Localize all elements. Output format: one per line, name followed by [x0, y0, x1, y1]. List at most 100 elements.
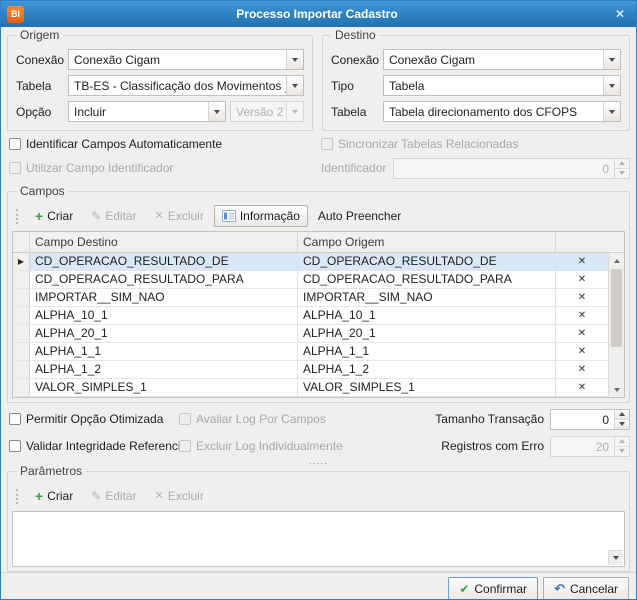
checkbox-identificar-campos[interactable]: Identificar Campos Automaticamente: [9, 137, 321, 151]
checkbox-box: [9, 440, 21, 452]
cell-campo-destino[interactable]: CD_OPERACAO_RESULTADO_PARA: [30, 271, 298, 288]
destino-tabela-combobox[interactable]: Tabela direcionamento dos CFOPS: [383, 101, 621, 122]
table-row[interactable]: ALPHA_1_2 ALPHA_1_2 ✕: [13, 361, 608, 379]
table-row[interactable]: ▶ CD_OPERACAO_RESULTADO_DE CD_OPERACAO_R…: [13, 253, 608, 271]
informacao-button[interactable]: Informação: [213, 205, 308, 227]
header-campo-destino[interactable]: Campo Destino: [30, 232, 298, 252]
scrollbar-track[interactable]: [609, 348, 624, 382]
cell-campo-destino[interactable]: ALPHA_1_1: [30, 343, 298, 360]
cell-campo-origem[interactable]: VALOR_SIMPLES_1: [298, 379, 556, 396]
chevron-down-icon[interactable]: [603, 102, 620, 121]
checkbox-box: [321, 138, 333, 150]
chevron-down-icon[interactable]: [286, 76, 303, 95]
criar-button[interactable]: + Criar: [27, 205, 81, 227]
delete-row-button[interactable]: ✕: [556, 253, 608, 270]
confirmar-label: Confirmar: [474, 581, 528, 596]
cell-campo-destino[interactable]: ALPHA_1_2: [30, 361, 298, 378]
table-row[interactable]: CD_OPERACAO_RESULTADO_PARA CD_OPERACAO_R…: [13, 271, 608, 289]
cell-campo-destino[interactable]: CD_OPERACAO_RESULTADO_DE: [30, 253, 298, 270]
delete-row-button[interactable]: ✕: [556, 289, 608, 306]
parametros-excluir-label: Excluir: [167, 489, 204, 503]
row-indicator: ▶: [13, 253, 30, 270]
checkbox-permitir-opcao[interactable]: Permitir Opção Otimizada: [9, 412, 179, 426]
row-indicator: [13, 325, 30, 342]
delete-row-button[interactable]: ✕: [556, 307, 608, 324]
info-icon: [221, 210, 236, 222]
cell-campo-destino[interactable]: ALPHA_10_1: [30, 307, 298, 324]
destino-conexao-combobox[interactable]: Conexão Cigam: [383, 49, 621, 70]
criar-label: Criar: [47, 209, 74, 223]
delete-row-icon: ✕: [577, 363, 587, 375]
registros-erro-spinner: 20: [550, 435, 630, 457]
close-icon[interactable]: ✕: [610, 7, 630, 21]
scroll-down-icon[interactable]: [609, 382, 624, 397]
cell-campo-origem[interactable]: ALPHA_1_1: [298, 343, 556, 360]
chevron-down-icon[interactable]: [208, 102, 225, 121]
origem-tabela-combobox[interactable]: TB-ES - Classificação dos Movimentos _: [68, 75, 304, 96]
auto-preencher-button[interactable]: Auto Preencher: [310, 205, 409, 227]
row-indicator: [13, 289, 30, 306]
tamanho-transacao-spinner[interactable]: 0: [550, 408, 630, 430]
titlebar[interactable]: BI Processo Importar Cadastro ✕: [1, 1, 636, 27]
confirmar-button[interactable]: ✔ Confirmar: [448, 577, 539, 599]
checkbox-sincronizar-tabelas: Sincronizar Tabelas Relacionadas: [321, 137, 519, 151]
cell-campo-origem[interactable]: CD_OPERACAO_RESULTADO_DE: [298, 253, 556, 270]
parametros-criar-button[interactable]: + Criar: [27, 485, 81, 507]
destino-tipo-combobox[interactable]: Tabela: [383, 75, 621, 96]
cell-campo-destino[interactable]: IMPORTAR__SIM_NAO: [30, 289, 298, 306]
row-indicator: [13, 343, 30, 360]
toolbar-drag-handle[interactable]: [16, 208, 20, 224]
destino-tipo-row: Tipo Tabela: [331, 75, 621, 96]
checkrow-2: Utilizar Campo Identificador Identificad…: [7, 157, 630, 179]
table-row[interactable]: ALPHA_10_1 ALPHA_10_1 ✕: [13, 307, 608, 325]
spin-down-icon[interactable]: [615, 419, 629, 429]
plus-icon: +: [35, 488, 44, 504]
cell-campo-origem[interactable]: ALPHA_1_2: [298, 361, 556, 378]
cell-campo-origem[interactable]: IMPORTAR__SIM_NAO: [298, 289, 556, 306]
grid-vertical-scrollbar[interactable]: [608, 253, 624, 397]
cell-campo-origem[interactable]: ALPHA_10_1: [298, 307, 556, 324]
parametros-editar-button: ✎ Editar: [83, 485, 144, 507]
origem-opcao-combobox[interactable]: Incluir: [68, 101, 226, 122]
chevron-down-icon[interactable]: [603, 50, 620, 69]
header-campo-origem[interactable]: Campo Origem: [298, 232, 556, 252]
delete-row-button[interactable]: ✕: [556, 343, 608, 360]
destino-tipo-value: Tabela: [389, 78, 425, 93]
row-indicator: [13, 361, 30, 378]
cell-campo-origem[interactable]: ALPHA_20_1: [298, 325, 556, 342]
delete-row-icon: ✕: [577, 291, 587, 303]
parametros-criar-label: Criar: [47, 489, 74, 503]
destino-tabela-row: Tabela Tabela direcionamento dos CFOPS: [331, 101, 621, 122]
delete-icon: ✕: [154, 490, 164, 502]
scrollbar-thumb[interactable]: [611, 269, 622, 347]
cancelar-button[interactable]: ↶ Cancelar: [543, 577, 629, 599]
delete-row-button[interactable]: ✕: [556, 271, 608, 288]
group-parametros-caption: Parâmetros: [16, 464, 87, 478]
table-row[interactable]: VALOR_SIMPLES_1 VALOR_SIMPLES_1 ✕: [13, 379, 608, 397]
checkbox-validar-integridade[interactable]: Validar Integridade Referencial: [9, 439, 190, 453]
cell-campo-destino[interactable]: ALPHA_20_1: [30, 325, 298, 342]
origem-conexao-combobox[interactable]: Conexão Cigam: [68, 49, 304, 70]
delete-row-button[interactable]: ✕: [556, 361, 608, 378]
table-row[interactable]: ALPHA_20_1 ALPHA_20_1 ✕: [13, 325, 608, 343]
tamanho-transacao-value: 0: [602, 412, 609, 427]
spin-down-icon: [615, 446, 629, 456]
cell-campo-origem[interactable]: CD_OPERACAO_RESULTADO_PARA: [298, 271, 556, 288]
origem-conexao-value: Conexão Cigam: [74, 52, 161, 67]
checkbox-box: [9, 413, 21, 425]
chevron-down-icon[interactable]: [286, 50, 303, 69]
table-row[interactable]: ALPHA_1_1 ALPHA_1_1 ✕: [13, 343, 608, 361]
delete-row-button[interactable]: ✕: [556, 325, 608, 342]
chevron-down-icon[interactable]: [603, 76, 620, 95]
scroll-up-icon[interactable]: [609, 253, 624, 268]
delete-row-button[interactable]: ✕: [556, 379, 608, 396]
toolbar-drag-handle[interactable]: [16, 488, 20, 504]
table-row[interactable]: IMPORTAR__SIM_NAO IMPORTAR__SIM_NAO ✕: [13, 289, 608, 307]
group-destino: Destino Conexão Conexão Cigam Tipo Tabel…: [322, 28, 630, 131]
row-indicator: [13, 379, 30, 396]
splitter-handle[interactable]: .....: [7, 457, 630, 467]
spin-up-icon[interactable]: [615, 409, 629, 420]
parametros-list[interactable]: [12, 511, 625, 567]
cell-campo-destino[interactable]: VALOR_SIMPLES_1: [30, 379, 298, 396]
scroll-down-icon[interactable]: [608, 550, 623, 565]
